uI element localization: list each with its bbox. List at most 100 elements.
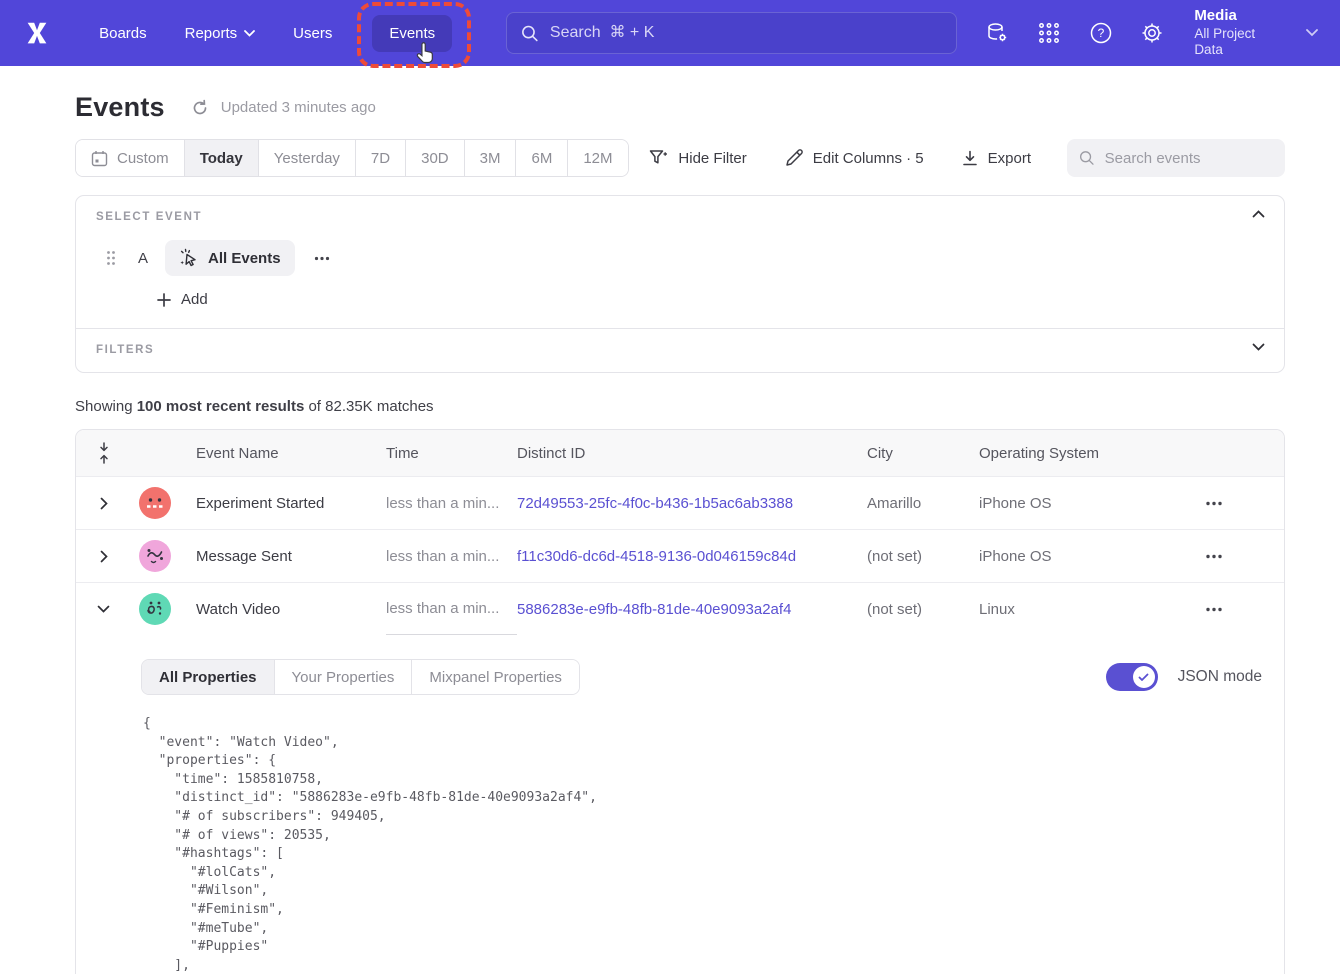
event-city: Amarillo: [867, 495, 979, 512]
search-icon: [521, 24, 539, 43]
top-navbar: Boards Reports Users Events: [0, 0, 1340, 66]
json-mode-control: JSON mode: [1106, 663, 1264, 691]
expand-filters-icon[interactable]: [1252, 343, 1265, 351]
apps-grid-icon[interactable]: [1037, 20, 1062, 46]
date-range-3m[interactable]: 3M: [465, 140, 517, 176]
table-row: Message Sent less than a min... f11c30d6…: [76, 529, 1284, 582]
event-name[interactable]: Experiment Started: [196, 495, 386, 512]
distinct-id-link[interactable]: 72d49553-25fc-4f0c-b436-1b5ac6ab3388: [517, 495, 867, 512]
hide-filter-label: Hide Filter: [678, 150, 746, 167]
export-label: Export: [988, 150, 1031, 167]
tab-mixpanel-properties[interactable]: Mixpanel Properties: [412, 660, 579, 694]
expand-row-icon[interactable]: [76, 550, 131, 563]
search-events-input[interactable]: [1105, 150, 1273, 167]
refresh-icon[interactable]: [191, 99, 209, 117]
json-mode-label: JSON mode: [1178, 668, 1262, 686]
hide-filter-button[interactable]: Hide Filter: [649, 149, 746, 167]
project-selector[interactable]: Media All Project Data: [1194, 7, 1282, 60]
event-os: iPhone OS: [979, 548, 1193, 565]
filter-funnel-icon: [649, 149, 668, 167]
event-avatar: [139, 593, 171, 625]
event-name[interactable]: Watch Video: [196, 601, 386, 618]
filters-label: FILTERS: [96, 344, 1264, 356]
distinct-id-link[interactable]: f11c30d6-dc6d-4518-9136-0d046159c84d: [517, 548, 867, 565]
event-avatar: [139, 540, 171, 572]
date-range-yesterday[interactable]: Yesterday: [259, 140, 356, 176]
nav-item-reports[interactable]: Reports: [173, 15, 268, 52]
collapse-all-rows-icon[interactable]: [76, 442, 131, 464]
col-header-distinct-id[interactable]: Distinct ID: [517, 445, 867, 462]
search-events-field[interactable]: [1067, 139, 1285, 177]
project-name: Media: [1194, 7, 1282, 26]
row-actions-icon[interactable]: [1193, 554, 1284, 559]
check-icon: [1138, 673, 1149, 682]
event-json-viewer[interactable]: { "event": "Watch Video", "properties": …: [143, 715, 1264, 974]
event-city: (not set): [867, 548, 979, 565]
global-search-input[interactable]: [550, 24, 942, 42]
page-title: Events: [75, 92, 165, 123]
event-selector-chip[interactable]: All Events: [165, 240, 295, 276]
nav-item-boards[interactable]: Boards: [87, 15, 159, 52]
date-range-30d[interactable]: 30D: [406, 140, 465, 176]
event-sparkle-cursor-icon: [179, 248, 199, 268]
date-range-12m[interactable]: 12M: [568, 140, 627, 176]
data-management-icon[interactable]: [984, 20, 1010, 46]
filters-section: FILTERS: [76, 329, 1284, 372]
select-event-section: SELECT EVENT A All Events: [76, 196, 1284, 328]
pencil-icon: [785, 149, 803, 167]
expand-row-icon[interactable]: [76, 497, 131, 510]
event-name[interactable]: Message Sent: [196, 548, 386, 565]
date-range-custom[interactable]: Custom: [76, 140, 185, 176]
mixpanel-logo-icon[interactable]: [20, 16, 53, 50]
event-time: less than a min...: [386, 530, 517, 582]
settings-gear-icon[interactable]: [1140, 20, 1165, 46]
add-event-button[interactable]: Add: [157, 291, 208, 308]
query-row-letter: A: [138, 250, 148, 267]
distinct-id-link[interactable]: 5886283e-e9fb-48fb-81de-40e9093a2af4: [517, 601, 867, 618]
results-suffix: of 82.35K matches: [304, 398, 433, 415]
collapse-row-icon[interactable]: [76, 605, 131, 613]
event-time: less than a min...: [386, 583, 517, 635]
event-chip-label: All Events: [208, 250, 281, 267]
json-mode-toggle[interactable]: [1106, 663, 1158, 691]
tab-all-properties[interactable]: All Properties: [142, 660, 275, 694]
date-range-6m[interactable]: 6M: [516, 140, 568, 176]
toolbar: Custom Today Yesterday 7D 30D 3M 6M 12M …: [75, 139, 1285, 177]
add-event-label: Add: [181, 291, 208, 308]
edit-columns-button[interactable]: Edit Columns · 5: [785, 149, 924, 167]
tab-your-properties[interactable]: Your Properties: [275, 660, 413, 694]
row-actions-icon[interactable]: [1193, 607, 1284, 612]
col-header-event-name[interactable]: Event Name: [196, 445, 386, 462]
search-icon: [1079, 149, 1095, 167]
results-summary: Showing 100 most recent results of 82.35…: [75, 398, 1285, 415]
collapse-section-icon[interactable]: [1252, 210, 1265, 218]
calendar-icon: [91, 150, 108, 167]
nav-item-users[interactable]: Users: [281, 15, 344, 52]
export-button[interactable]: Export: [962, 150, 1031, 167]
event-os: iPhone OS: [979, 495, 1193, 512]
main-nav: Boards Reports Users Events: [87, 15, 452, 52]
help-icon[interactable]: ?: [1088, 20, 1113, 46]
row-actions-icon[interactable]: [1193, 501, 1284, 506]
toggle-knob: [1133, 666, 1155, 688]
date-range-custom-label: Custom: [117, 150, 169, 167]
col-header-city[interactable]: City: [867, 445, 979, 462]
svg-text:?: ?: [1097, 26, 1104, 40]
event-query-row: A All Events: [96, 240, 1264, 276]
table-row: Experiment Started less than a min... 72…: [76, 476, 1284, 529]
date-range-7d[interactable]: 7D: [356, 140, 406, 176]
event-more-options-icon[interactable]: [310, 252, 334, 265]
date-range-today[interactable]: Today: [185, 140, 259, 176]
drag-handle-icon[interactable]: [106, 250, 116, 266]
event-detail-panel: All Properties Your Properties Mixpanel …: [76, 635, 1284, 974]
project-subtitle: All Project Data: [1194, 26, 1282, 60]
event-time: less than a min...: [386, 477, 517, 529]
col-header-os[interactable]: Operating System: [979, 445, 1193, 462]
project-chevron-icon[interactable]: [1306, 29, 1318, 37]
nav-item-events[interactable]: Events: [372, 15, 452, 52]
col-header-time[interactable]: Time: [386, 445, 517, 462]
toolbar-right: Hide Filter Edit Columns · 5 Export: [649, 139, 1285, 177]
nav-item-reports-label: Reports: [185, 25, 238, 42]
global-search[interactable]: [506, 12, 957, 54]
table-row-expanded: Watch Video less than a min... 5886283e-…: [76, 582, 1284, 635]
